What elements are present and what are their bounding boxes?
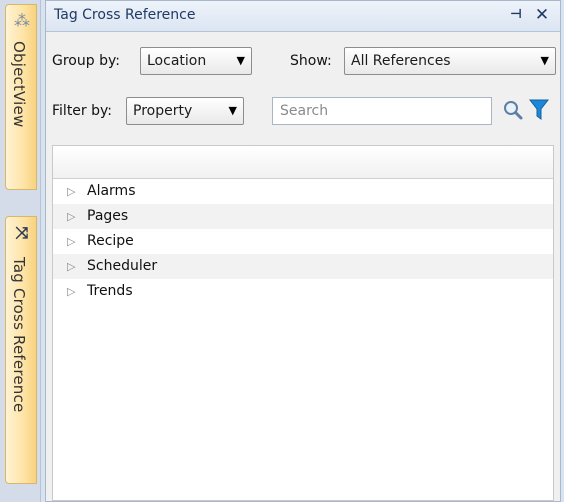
expand-arrow-icon[interactable]: ▷: [67, 229, 75, 254]
group-by-select[interactable]: Location ▼: [140, 47, 252, 75]
tree-node-label: Recipe: [87, 233, 134, 249]
close-icon[interactable]: ✕: [532, 5, 552, 25]
search-input[interactable]: [272, 97, 492, 125]
tree-node[interactable]: ▷ Recipe: [53, 229, 553, 254]
tag-cross-reference-tab-label: Tag Cross Reference: [10, 257, 28, 413]
objectview-tab[interactable]: ⁂ ObjectView: [5, 4, 37, 190]
tree-node-label: Trends: [87, 283, 133, 299]
group-by-label: Group by:: [52, 53, 120, 69]
group-by-value: Location: [147, 53, 207, 69]
show-label: Show:: [290, 53, 332, 69]
tree-node[interactable]: ▷ Trends: [53, 279, 553, 304]
objectview-tab-label: ObjectView: [10, 41, 28, 128]
filter-by-label: Filter by:: [52, 103, 112, 119]
chevron-down-icon: ▼: [228, 104, 237, 117]
tree-header: [53, 146, 553, 179]
left-dock: ⁂ ObjectView ⤨ Tag Cross Reference: [0, 0, 41, 502]
tree-node[interactable]: ▷ Alarms: [53, 179, 553, 204]
filter-icon[interactable]: [528, 98, 550, 126]
filter-by-value: Property: [133, 103, 193, 119]
expand-arrow-icon[interactable]: ▷: [67, 254, 75, 279]
expand-arrow-icon[interactable]: ▷: [67, 279, 75, 304]
tree-node-label: Scheduler: [87, 258, 158, 274]
show-value: All References: [351, 53, 451, 69]
tree-node-label: Alarms: [87, 183, 136, 199]
tree-node[interactable]: ▷ Scheduler: [53, 254, 553, 279]
pin-icon[interactable]: ⊣: [506, 5, 526, 25]
show-select[interactable]: All References ▼: [344, 47, 556, 75]
chevron-down-icon: ▼: [236, 54, 245, 67]
expand-arrow-icon[interactable]: ▷: [67, 204, 75, 229]
tree-node-label: Pages: [87, 208, 129, 224]
filter-by-select[interactable]: Property ▼: [126, 97, 244, 125]
tag-tree: ▷ Alarms ▷ Pages ▷ Recipe ▷ Scheduler ▷ …: [52, 145, 554, 501]
tag-cross-reference-panel: Tag Cross Reference ⊣ ✕ Group by: Locati…: [45, 0, 561, 502]
search-icon[interactable]: [502, 99, 524, 125]
object-view-icon: ⁂: [14, 11, 30, 30]
tree-node[interactable]: ▷ Pages: [53, 204, 553, 229]
panel-titlebar: Tag Cross Reference ⊣ ✕: [46, 1, 560, 32]
shuffle-icon: ⤨: [15, 223, 29, 242]
panel-title: Tag Cross Reference: [54, 7, 196, 23]
chevron-down-icon: ▼: [540, 54, 549, 67]
tag-cross-reference-tab[interactable]: ⤨ Tag Cross Reference: [5, 216, 37, 484]
expand-arrow-icon[interactable]: ▷: [67, 179, 75, 204]
tree-body: ▷ Alarms ▷ Pages ▷ Recipe ▷ Scheduler ▷ …: [53, 179, 553, 304]
